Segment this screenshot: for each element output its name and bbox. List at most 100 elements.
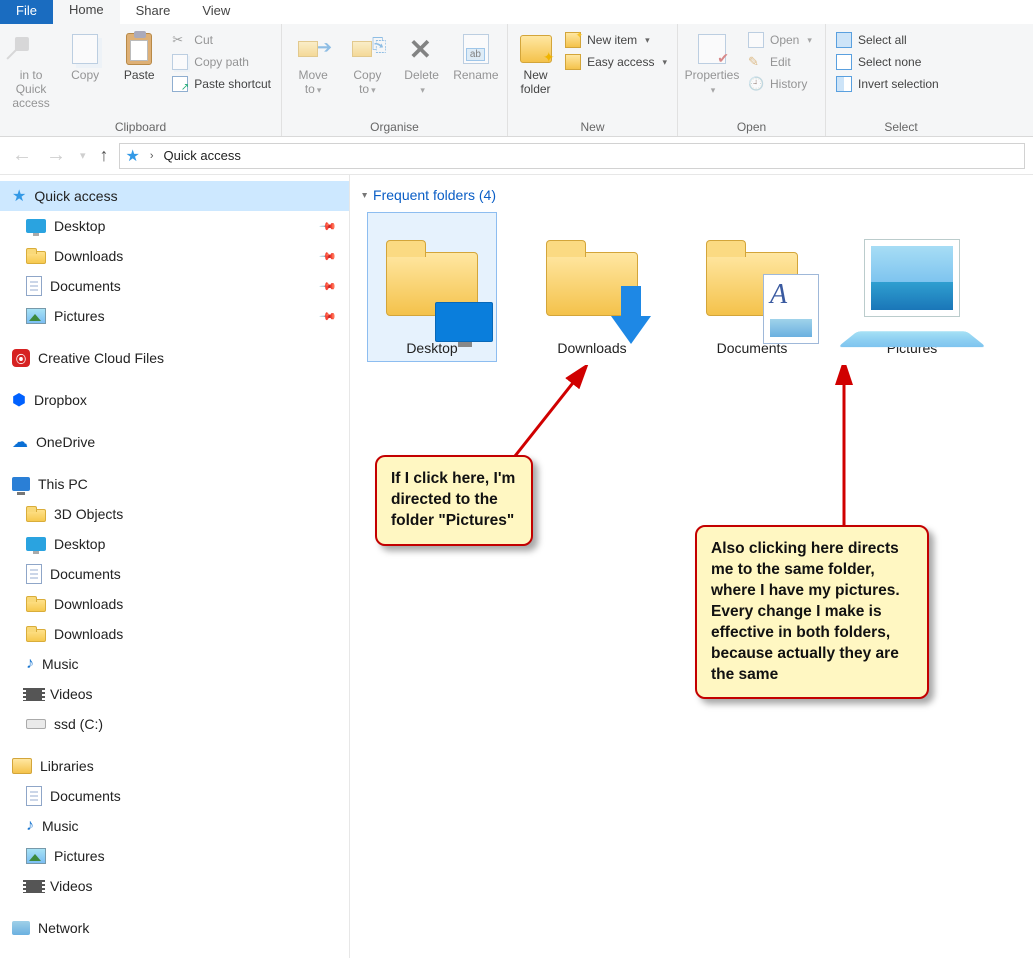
address-bar[interactable]: ★ › Quick access [119,143,1025,169]
section-header-frequent[interactable]: ▸ Frequent folders (4) [360,183,1033,213]
invert-selection-button[interactable]: Invert selection [832,74,943,94]
edit-button[interactable]: Edit [744,52,816,72]
pin-icon: 📌 [319,217,338,236]
breadcrumb-segment[interactable]: Quick access [160,148,245,163]
tile-pictures[interactable]: Pictures [848,213,978,361]
move-to-button[interactable]: Move to▾ [288,28,338,101]
folder-icon [26,596,46,612]
properties-icon [698,34,726,64]
easy-access-button[interactable]: Easy access▾ [561,52,671,72]
delete-button[interactable]: Delete▾ [397,28,447,101]
chevron-down-icon: ▾ [420,85,425,95]
scissors-icon [172,32,188,48]
sidebar-item-lib-pictures[interactable]: Pictures [0,841,349,871]
sidebar-item-lib-documents[interactable]: Documents [0,781,349,811]
sidebar-item-lib-music[interactable]: ♪Music [0,811,349,841]
sidebar-item-pc-documents[interactable]: Documents [0,559,349,589]
tile-desktop[interactable]: Desktop [368,213,498,361]
ribbon-group-clipboard: in to Quick access Copy Paste Cut Copy p… [0,24,282,136]
chevron-down-icon: ▾ [371,85,376,95]
sidebar-item-documents[interactable]: Documents 📌 [0,271,349,301]
sidebar-item-pc-downloads[interactable]: Downloads [0,589,349,619]
sidebar-network[interactable]: Network [0,913,349,943]
nav-forward-button[interactable]: → [42,144,70,167]
pin-icon [0,26,40,73]
sidebar-item-lib-videos[interactable]: Videos [0,871,349,901]
sidebar-onedrive[interactable]: ☁ OneDrive [0,427,349,457]
copy-to-button[interactable]: Copy to▾ [342,28,392,101]
tab-home[interactable]: Home [53,0,120,24]
pc-icon [12,477,30,491]
sidebar-item-pc-desktop[interactable]: Desktop [0,529,349,559]
copy-path-button[interactable]: Copy path [168,52,275,72]
select-all-icon [836,32,852,48]
new-folder-icon [520,35,552,63]
pin-icon: 📌 [319,277,338,296]
main-area: ★ Quick access Desktop 📌 Downloads 📌 Doc… [0,175,1033,958]
ribbon-group-open: Properties▾ Open▾ Edit History Open [678,24,826,136]
folder-tiles: Desktop Downloads [360,213,1033,361]
select-none-button[interactable]: Select none [832,52,943,72]
document-overlay-icon [763,274,819,344]
documents-icon [26,276,42,296]
quick-access-icon: ★ [126,148,140,165]
history-button[interactable]: History [744,74,816,94]
music-icon: ♪ [26,655,34,673]
folder-icon [26,626,46,642]
tab-share[interactable]: Share [120,0,187,24]
paste-button[interactable]: Paste [114,28,164,86]
sidebar-dropbox[interactable]: ⬢ Dropbox [0,385,349,415]
move-to-icon [296,33,330,65]
rename-button[interactable]: Rename [451,28,501,86]
tile-documents[interactable]: Documents [688,213,818,361]
sidebar-item-pc-downloads-2[interactable]: Downloads [0,619,349,649]
desktop-icon [26,537,46,551]
ribbon-group-organise: Move to▾ Copy to▾ Delete▾ Rename Organis… [282,24,508,136]
desktop-icon [26,219,46,233]
content-pane: ▸ Frequent folders (4) Desktop [350,175,1033,958]
nav-up-button[interactable]: ↑ [96,145,113,166]
sidebar-item-pc-music[interactable]: ♪Music [0,649,349,679]
new-item-button[interactable]: New item▾ [561,30,671,50]
desktop-overlay-icon [435,302,493,342]
folder-icon [26,248,46,264]
documents-icon [26,564,42,584]
chevron-down-icon: ▾ [645,35,650,46]
sidebar-item-3d-objects[interactable]: 3D Objects [0,499,349,529]
pin-icon: 📌 [319,247,338,266]
sidebar-item-downloads[interactable]: Downloads 📌 [0,241,349,271]
tab-file[interactable]: File [0,0,53,24]
creative-cloud-icon: ⦿ [12,349,30,367]
open-button[interactable]: Open▾ [744,30,816,50]
chevron-down-icon: ▾ [807,35,812,46]
sidebar-item-ssd-c[interactable]: ssd (C:) [0,709,349,739]
new-folder-button[interactable]: New folder [514,28,557,100]
sidebar-item-pc-videos[interactable]: Videos [0,679,349,709]
select-none-icon [836,54,852,70]
sidebar-this-pc[interactable]: This PC [0,469,349,499]
address-bar-row: ← → ▾ ↑ ★ › Quick access [0,137,1033,175]
properties-button[interactable]: Properties▾ [684,28,740,101]
open-icon [748,32,764,48]
sidebar-creative-cloud[interactable]: ⦿ Creative Cloud Files [0,343,349,373]
nav-back-button[interactable]: ← [8,144,36,167]
star-icon: ★ [12,186,26,206]
tile-downloads[interactable]: Downloads [528,213,658,361]
cut-button[interactable]: Cut [168,30,275,50]
documents-icon [26,786,42,806]
copy-button[interactable]: Copy [60,28,110,86]
sidebar-quick-access[interactable]: ★ Quick access [0,181,349,211]
select-all-button[interactable]: Select all [832,30,943,50]
sidebar-item-desktop[interactable]: Desktop 📌 [0,211,349,241]
rename-icon [463,34,489,64]
paste-shortcut-button[interactable]: Paste shortcut [168,74,275,94]
sidebar-item-pictures[interactable]: Pictures 📌 [0,301,349,331]
videos-icon [26,880,42,893]
sidebar-libraries[interactable]: Libraries [0,751,349,781]
drive-icon [26,719,46,729]
nav-recent-dropdown[interactable]: ▾ [76,149,90,162]
pictures-tile-icon [864,239,960,317]
ribbon: in to Quick access Copy Paste Cut Copy p… [0,24,1033,137]
pin-to-quick-access-button[interactable]: in to Quick access [6,28,56,114]
tab-view[interactable]: View [186,0,246,24]
